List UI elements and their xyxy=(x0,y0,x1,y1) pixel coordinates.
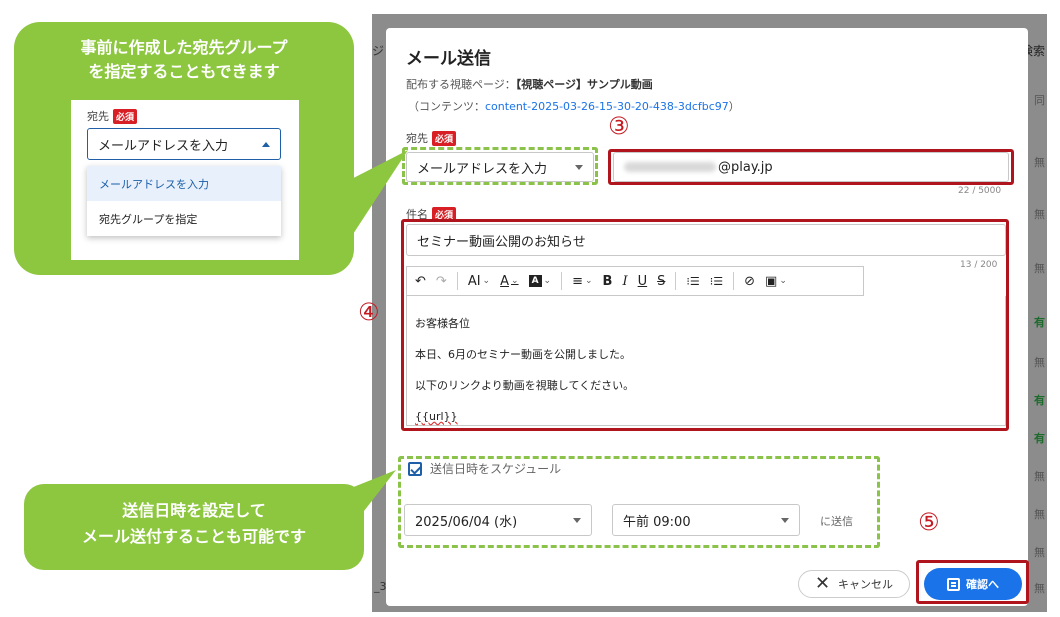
content-prefix: （コンテンツ： xyxy=(408,100,485,113)
bg-cell: 無 xyxy=(1034,582,1045,595)
cancel-label: キャンセル xyxy=(838,578,894,591)
required-badge: 必須 xyxy=(113,108,138,124)
bg-cell: 無 xyxy=(1034,156,1045,169)
content-link[interactable]: content-2025-03-26-15-30-20-438-3dcfbc97 xyxy=(485,100,729,113)
preview-option-email: メールアドレスを入力 xyxy=(87,166,281,201)
preview-to-text: 宛先 xyxy=(87,110,109,123)
dialog-title: メール送信 xyxy=(406,49,491,69)
bg-cell: 無 xyxy=(1034,208,1045,221)
bg-cell: 有 xyxy=(1034,432,1045,445)
preview-option-group: 宛先グループを指定 xyxy=(99,212,198,226)
bubble-text-2: 送信日時を設定して メール送付することも可能です xyxy=(24,484,364,550)
bg-column-header: ジ xyxy=(372,44,385,58)
preview-recipient-select: メールアドレスを入力 xyxy=(87,128,281,160)
close-icon: ✕ xyxy=(814,573,831,594)
to-label-text: 宛先 xyxy=(406,132,428,145)
cancel-button[interactable]: ✕ キャンセル xyxy=(798,570,910,598)
chevron-up-icon xyxy=(262,141,270,147)
distribution-page-info: 配布する視聴ページ：【視聴ページ】サンプル動画 xyxy=(406,76,653,92)
bg-bottom-left: _3 xyxy=(374,580,387,593)
required-badge: 必須 xyxy=(432,130,457,146)
dist-page-name: 【視聴ページ】サンプル動画 xyxy=(515,78,653,91)
bubble-2-line-2: メール送付することも可能です xyxy=(81,527,306,546)
bg-cell: 無 xyxy=(1034,546,1045,559)
content-suffix: ） xyxy=(728,100,740,113)
step-number-3: ③ xyxy=(608,112,630,140)
bg-cell: 無 xyxy=(1034,262,1045,275)
confirm-highlight-box xyxy=(916,560,1029,604)
to-label: 宛先 必須 xyxy=(406,130,457,146)
bg-cell: 無 xyxy=(1034,470,1045,483)
screenshot-stage: ジ 検索 同 無 無 無 有 無 有 有 無 無 無 無 _3 メール送信 配布… xyxy=(0,0,1060,617)
recipient-highlight-dashed xyxy=(402,147,598,185)
bg-cell: 有 xyxy=(1034,394,1045,407)
bg-cell: 無 xyxy=(1034,508,1045,521)
email-highlight-box xyxy=(608,149,1014,185)
step-number-5: ⑤ xyxy=(918,508,940,536)
schedule-highlight-dashed xyxy=(398,456,880,548)
bubble-text-1: 事前に作成した宛先グループ を指定することもできます xyxy=(14,22,354,84)
step-number-4: ④ xyxy=(358,298,380,326)
bg-cell: 無 xyxy=(1034,356,1045,369)
dist-prefix: 配布する視聴ページ： xyxy=(406,78,516,91)
subject-body-highlight-box xyxy=(401,219,1009,431)
bubble-2-line-1: 送信日時を設定して xyxy=(122,501,266,520)
preview-dropdown-menu: メールアドレスを入力 宛先グループを指定 xyxy=(87,166,281,236)
preview-to-label: 宛先 必須 xyxy=(87,108,138,124)
callout-bubble-schedule: 送信日時を設定して メール送付することも可能です xyxy=(24,484,364,570)
bubble-1-line-1: 事前に作成した宛先グループ xyxy=(80,38,288,57)
recipient-dropdown-preview: 宛先 必須 メールアドレスを入力 メールアドレスを入力 宛先グループを指定 xyxy=(71,100,299,260)
bg-cell: 有 xyxy=(1034,316,1045,329)
bubble-1-line-2: を指定することもできます xyxy=(88,62,280,81)
bg-cell: 同 xyxy=(1034,94,1045,107)
email-char-counter: 22 / 5000 xyxy=(958,186,1002,196)
content-info: （コンテンツ：content-2025-03-26-15-30-20-438-3… xyxy=(408,98,740,114)
preview-select-value: メールアドレスを入力 xyxy=(98,138,229,154)
